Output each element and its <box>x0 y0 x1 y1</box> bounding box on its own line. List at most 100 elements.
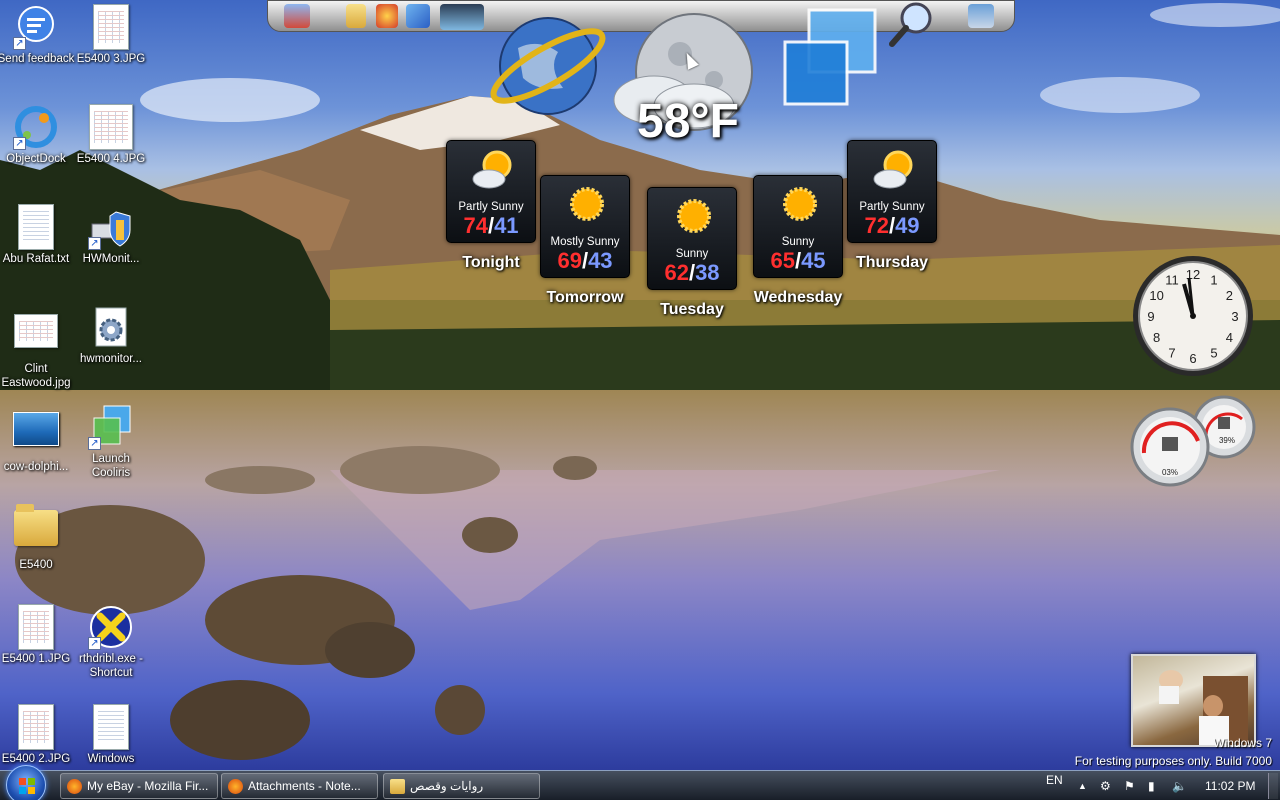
taskbar-button-firefox-ebay[interactable]: My eBay - Mozilla Fir... <box>60 773 218 799</box>
taskbar-button-folder[interactable]: روايات وقصص <box>383 773 540 799</box>
desktop-icon-e5400-4[interactable]: E5400 4.JPG <box>72 104 150 166</box>
start-button[interactable] <box>6 765 46 800</box>
forecast-card-thursday[interactable]: Partly Sunny 72/49 <box>847 140 937 243</box>
volume-icon[interactable]: 🔈 <box>1172 771 1187 800</box>
dock-windows-icon[interactable] <box>406 4 430 28</box>
clock-gadget[interactable]: 12 1234567891011 <box>1131 254 1255 378</box>
desktop-icon-send-feedback[interactable]: ↗ Send feedback <box>0 4 75 66</box>
desktop-icon-label: HWMonit... <box>82 253 140 265</box>
clock-numeral: 3 <box>1231 309 1238 324</box>
forecast-high: 69 <box>557 248 582 273</box>
show-desktop-button[interactable] <box>1268 773 1278 799</box>
forecast-condition: Partly Sunny <box>859 201 925 213</box>
dock-item-start-icon[interactable] <box>284 4 310 28</box>
forecast-low: 43 <box>588 248 613 273</box>
forecast-low: 38 <box>695 260 720 285</box>
show-hidden-icons-arrow-icon[interactable]: ▲ <box>1078 771 1087 800</box>
cpu-meter-gadget[interactable]: 03% 39% <box>1130 395 1256 487</box>
clock-numeral: 8 <box>1153 330 1160 345</box>
desktop-icon-label: rthdribl.exe - Shortcut <box>79 653 143 679</box>
globe-icon[interactable] <box>488 8 613 116</box>
desktop-icon-windows[interactable]: Windows <box>72 704 150 766</box>
text-document-icon <box>93 704 129 750</box>
forecast-high: 65 <box>770 248 795 273</box>
partly-sunny-icon <box>472 150 512 189</box>
desktop-icon-label: Clint Eastwood.jpg <box>1 363 71 389</box>
desktop-icon-e5400-2[interactable]: E5400 2.JPG <box>0 704 75 766</box>
forecast-low: 45 <box>801 248 826 273</box>
windows-watermark-title: Windows 7 <box>1213 736 1272 750</box>
desktop-icon-label: E5400 4.JPG <box>76 153 146 165</box>
forecast-card-tonight[interactable]: Partly Sunny 74/41 <box>446 140 536 243</box>
desktop-icon-launch-cooliris[interactable]: ↗ Launch Cooliris <box>72 404 150 480</box>
desktop-icon-label: Launch Cooliris <box>91 453 131 479</box>
taskbar-button-label: روايات وقصص <box>410 779 484 793</box>
dock-messenger-icon[interactable] <box>376 4 398 28</box>
shortcut-arrow-icon: ↗ <box>88 637 101 650</box>
desktop-icon-label: E5400 2.JPG <box>1 753 71 765</box>
power-icon[interactable]: ▮ <box>1148 771 1155 800</box>
dock-computer-icon[interactable] <box>968 4 994 28</box>
forecast-condition: Partly Sunny <box>458 201 524 213</box>
cpu-usage-value: 03% <box>1162 468 1178 477</box>
shortcut-arrow-icon: ↗ <box>88 237 101 250</box>
clock-numeral: 1 <box>1210 273 1217 288</box>
sun-icon <box>783 187 817 221</box>
image-file-icon <box>18 704 54 750</box>
desktop-icon-label: E5400 1.JPG <box>1 653 71 665</box>
desktop-icon-label: cow-dolphi... <box>3 461 69 473</box>
forecast-high: 74 <box>463 213 488 238</box>
folder-icon <box>390 779 405 794</box>
desktop-icon-hwmonitor[interactable]: ↗ HWMonit... <box>72 204 150 266</box>
slideshow-photo <box>1159 670 1248 745</box>
sun-icon <box>570 187 604 221</box>
forecast-temps: 65/45 <box>754 248 842 274</box>
taskbar-button-attachments[interactable]: Attachments - Note... <box>221 773 378 799</box>
photo-thumbnail-icon <box>13 412 59 446</box>
forecast-temps: 69/43 <box>541 248 629 274</box>
firefox-icon <box>67 779 82 794</box>
desktop-icon-hwmonitor-file[interactable]: hwmonitor... <box>72 304 150 366</box>
taskbar-button-label: My eBay - Mozilla Fir... <box>87 779 209 793</box>
windows-flip-icon[interactable] <box>783 8 879 108</box>
taskbar: My eBay - Mozilla Fir... Attachments - N… <box>0 765 1280 800</box>
clock-numeral: 5 <box>1210 345 1217 360</box>
desktop-icon-label: E5400 3.JPG <box>76 53 146 65</box>
image-file-icon <box>93 4 129 50</box>
memory-usage-value: 39% <box>1219 436 1235 445</box>
system-clock[interactable]: 11:02 PM <box>1205 771 1255 800</box>
action-center-icon[interactable]: ⚑ <box>1124 771 1135 800</box>
forecast-card-wednesday[interactable]: Sunny 65/45 <box>753 175 843 278</box>
dock-folder-icon[interactable] <box>346 4 366 28</box>
clock-numeral: 11 <box>1165 273 1179 288</box>
dock-display-icon[interactable] <box>440 4 484 30</box>
slideshow-gadget[interactable] <box>1131 654 1256 747</box>
desktop-icon-e5400-folder[interactable]: E5400 <box>0 504 75 572</box>
forecast-card-tomorrow[interactable]: Mostly Sunny 69/43 <box>540 175 630 278</box>
language-indicator[interactable]: EN <box>1046 765 1063 795</box>
clock-numeral: 10 <box>1149 288 1163 303</box>
sun-icon <box>677 199 711 233</box>
desktop-icon-label: Send feedback <box>0 53 75 65</box>
forecast-card-tuesday[interactable]: Sunny 62/38 <box>647 187 737 290</box>
desktop-icon-clint-eastwood[interactable]: Clint Eastwood.jpg <box>0 304 75 390</box>
taskbar-button-label: Attachments - Note... <box>248 779 361 793</box>
firefox-icon <box>228 779 243 794</box>
folder-icon <box>14 504 58 546</box>
forecast-temps: 62/38 <box>648 260 736 286</box>
forecast-day-label: Wednesday <box>753 289 843 306</box>
clock-numeral: 6 <box>1189 351 1196 366</box>
clock-numeral: 7 <box>1168 345 1175 360</box>
desktop-icon-objectdock[interactable]: ↗ ObjectDock <box>0 104 75 166</box>
forecast-high: 62 <box>664 260 689 285</box>
shortcut-arrow-icon: ↗ <box>88 437 101 450</box>
forecast-temps: 72/49 <box>848 213 936 239</box>
forecast-day-label: Tuesday <box>660 301 724 318</box>
desktop-icon-e5400-1[interactable]: E5400 1.JPG <box>0 604 75 666</box>
desktop-icon-cow-dolphin[interactable]: cow-dolphi... <box>0 404 75 474</box>
desktop-icon-abu-rafat[interactable]: Abu Rafat.txt <box>0 204 75 266</box>
desktop-icon-e5400-3[interactable]: E5400 3.JPG <box>72 4 150 66</box>
search-icon[interactable] <box>886 0 938 50</box>
desktop-icon-rthdribl[interactable]: ↗ rthdribl.exe - Shortcut <box>72 604 150 680</box>
network-icon[interactable]: ⚙ <box>1100 771 1111 800</box>
